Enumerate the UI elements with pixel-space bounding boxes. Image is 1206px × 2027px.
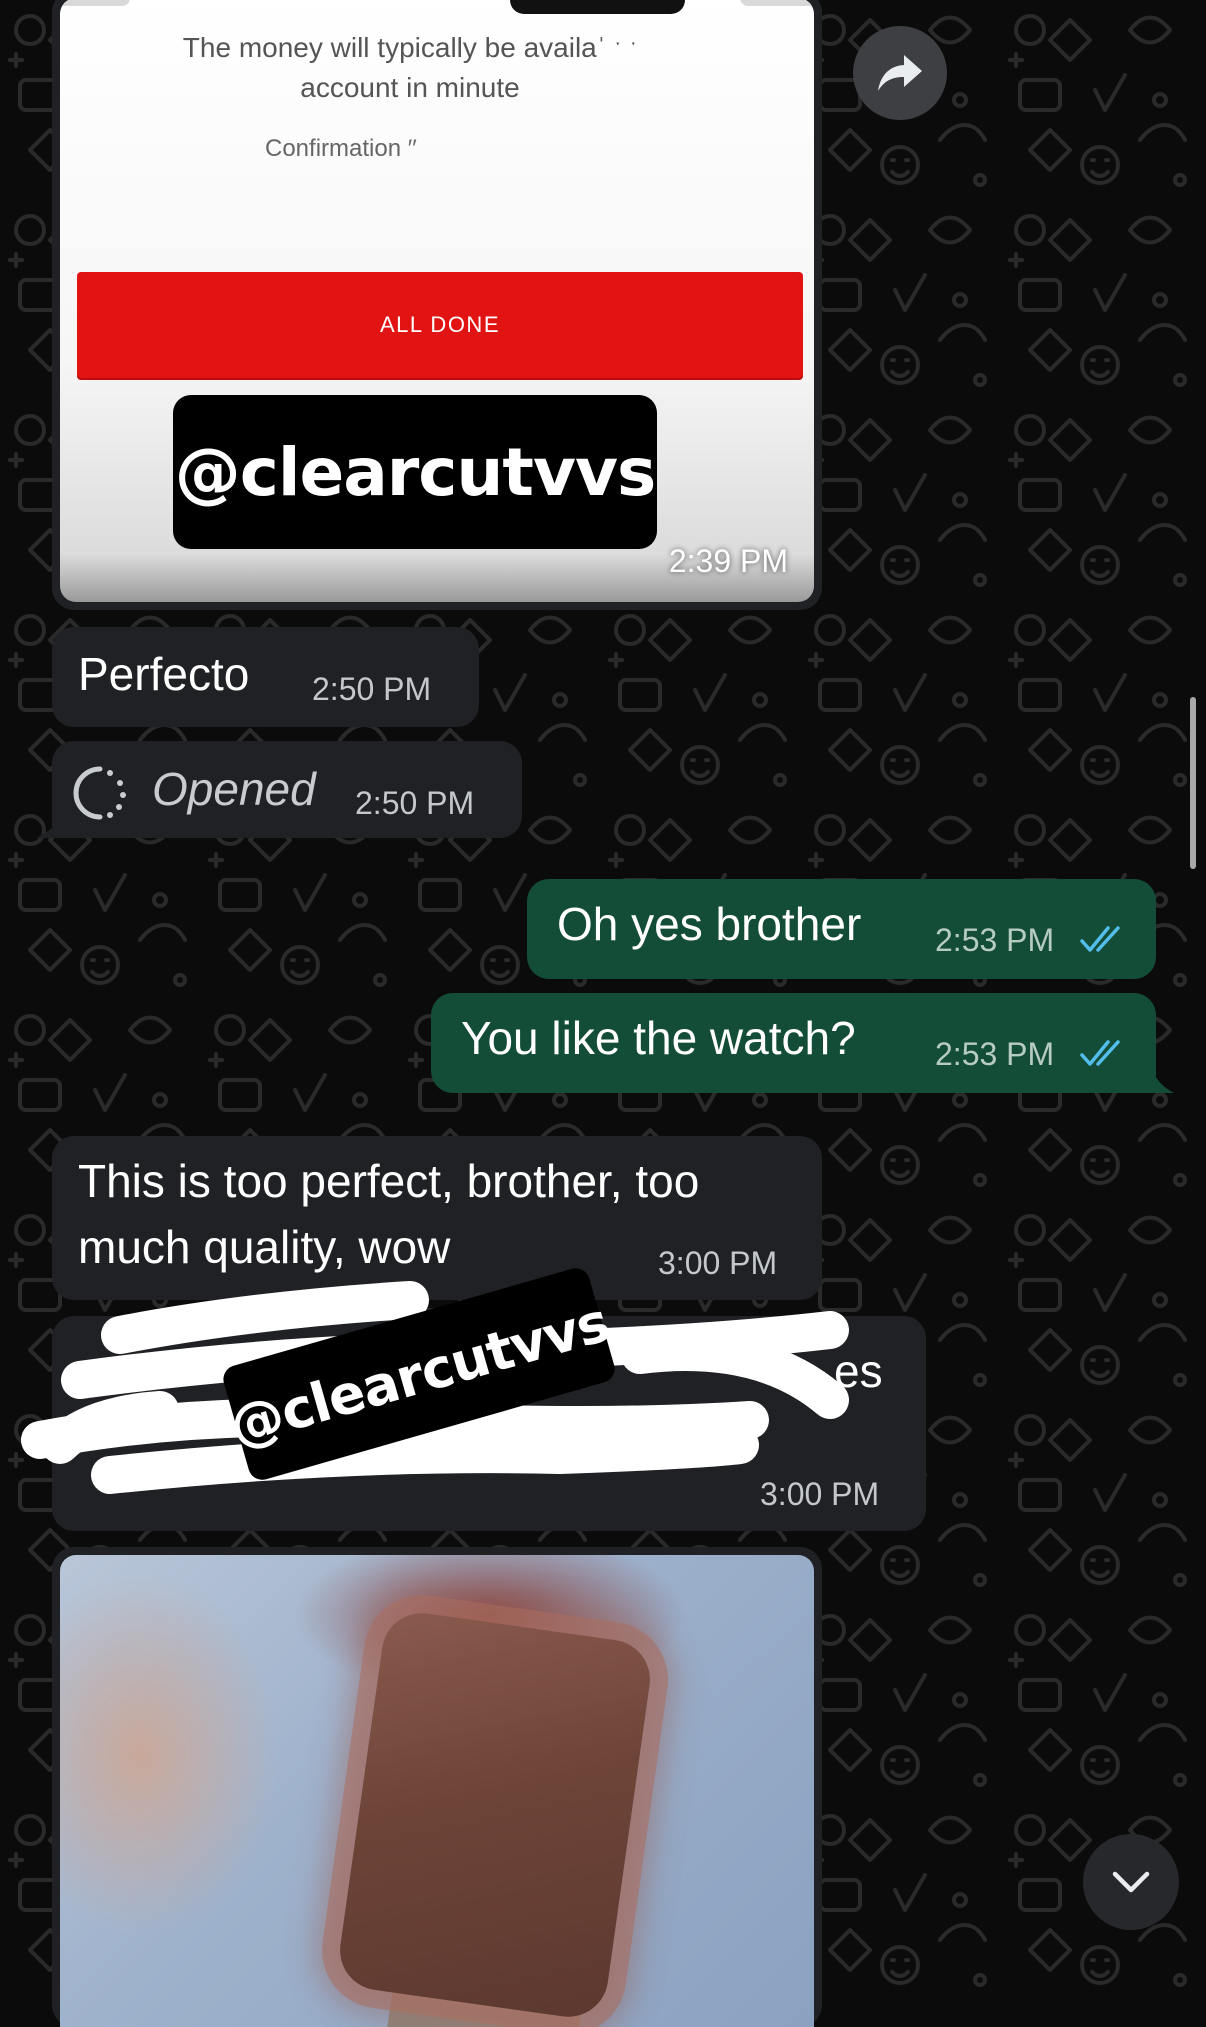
message-time: 3:00 PM [760,1476,880,1512]
incoming-message-bubble[interactable]: This is too perfect, brother, too much q… [52,1136,822,1300]
message-text: Opened [152,763,316,815]
outgoing-message-bubble[interactable]: Oh yes brother 2:53 PM [527,879,1156,979]
message-text: Perfecto [78,648,250,700]
all-done-button: ALL DONE [77,272,803,378]
chevron-down-icon [1112,1871,1150,1893]
money-text-line1: The money will typically be availaˈ ˑ ˑ [182,32,638,63]
view-once-icon [73,766,126,820]
scroll-to-bottom-button[interactable] [1083,1834,1179,1930]
money-text-line2: account in minute [300,72,520,103]
message-text: You like the watch? [461,1012,856,1064]
scrollbar[interactable] [1190,697,1196,869]
watch-photo[interactable] [60,1555,814,2027]
message-time: 2:50 PM [355,785,475,821]
message-text-end: es [834,1345,883,1397]
screenshot-notch [510,0,685,14]
double-check-icon [1080,926,1120,952]
incoming-message-bubble[interactable]: Opened 2:50 PM [52,741,522,838]
message-text-line2: much quality, wow [78,1221,451,1273]
outgoing-message-bubble[interactable]: You like the watch? 2:53 PM [431,993,1156,1093]
message-time: 2:39 PM [668,543,788,579]
confirmation-label: Confirmation ′′ [265,135,417,162]
watermark-tag: @clearcutvvs [173,395,657,549]
message-text-line1: This is too perfect, brother, too [78,1155,700,1207]
message-time: 2:53 PM [935,1036,1055,1072]
message-text: Oh yes brother [557,898,862,950]
forward-button[interactable] [853,26,947,120]
message-text-start: w [78,1347,112,1399]
message-time: 3:00 PM [658,1245,778,1281]
screenshot-top-edge [60,0,130,6]
payment-screenshot[interactable]: The money will typically be availaˈ ˑ ˑ … [60,0,814,602]
screenshot-top-edge [740,0,814,6]
image-message[interactable] [52,1547,822,2027]
incoming-message-bubble[interactable]: Perfecto 2:50 PM [52,627,479,727]
image-message[interactable]: The money will typically be availaˈ ˑ ˑ … [52,0,822,610]
watch-case [334,1608,656,2022]
message-time: 2:53 PM [935,922,1055,958]
double-check-icon [1080,1040,1120,1066]
money-availability-text: The money will typically be availaˈ ˑ ˑ … [100,28,720,108]
forward-icon [878,55,922,91]
message-time: 2:50 PM [312,671,432,707]
